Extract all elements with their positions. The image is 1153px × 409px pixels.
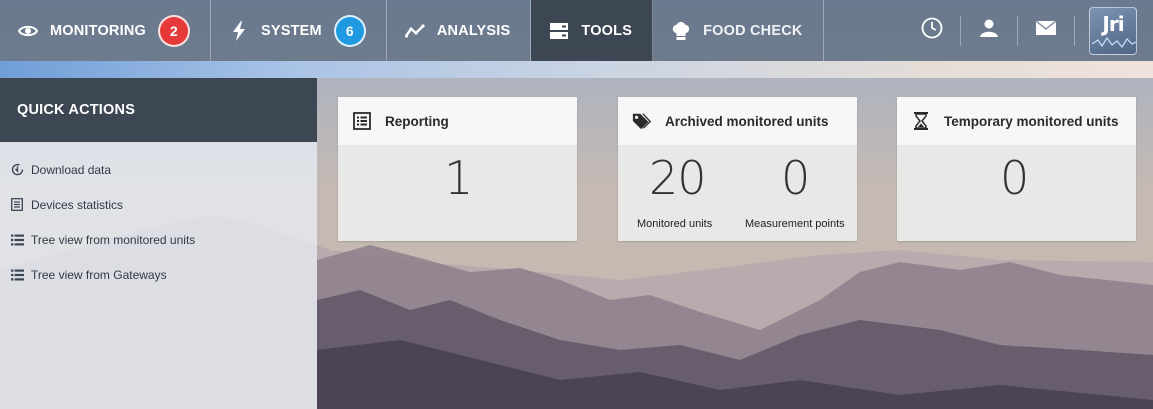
temporary-card-header: Temporary monitored units [897,97,1136,145]
monitoring-count-badge: 2 [157,14,190,47]
archived-card-body: 20 Monitored units 0 Measurement points [618,145,857,241]
nav-system-label: SYSTEM [260,22,322,39]
statistics-icon [10,198,24,212]
archived-units-card[interactable]: Archived monitored units 20 Monitored un… [618,97,857,241]
nav-tools-label: TOOLS [581,22,633,39]
hourglass-icon [911,111,931,131]
report-icon [352,111,372,131]
quick-actions-sidebar: QUICK ACTIONS Download data Devices stat… [0,78,317,409]
reporting-count: 1 [444,151,473,205]
temporary-card-title: Temporary monitored units [944,113,1119,129]
sidebar-item-download-data[interactable]: Download data [0,152,317,187]
reporting-card-title: Reporting [385,113,449,129]
temporary-card-body: 0 [897,145,1136,241]
messages-button[interactable] [1018,15,1075,46]
list-icon [10,268,24,282]
archived-card-header: Archived monitored units [618,97,857,145]
monitored-units-label: Monitored units [637,218,713,230]
archived-measurement-points-count: 0 [781,151,810,205]
trend-line-icon [404,21,425,41]
nav-food-check[interactable]: FOOD CHECK [653,0,824,61]
logo-text: Jri [1102,11,1124,36]
archived-monitored-units-count: 20 [649,151,707,205]
server-icon [549,21,569,41]
sidebar-item-label: Download data [31,162,112,177]
nav-system[interactable]: SYSTEM 6 [211,0,387,61]
temporary-units-count: 0 [1000,151,1029,205]
mail-icon [1035,20,1057,41]
reporting-card[interactable]: Reporting 1 [338,97,577,241]
nav-analysis[interactable]: ANALYSIS [387,0,532,61]
nav-monitoring-label: MONITORING [50,22,146,39]
temporary-units-card[interactable]: Temporary monitored units 0 [897,97,1136,241]
eye-icon [18,21,38,41]
user-profile-button[interactable] [961,15,1018,46]
sidebar-item-tree-view-gateways[interactable]: Tree view from Gateways [0,257,317,292]
clock-icon [921,17,943,44]
download-icon [10,163,24,177]
nav-tools[interactable]: TOOLS [531,0,654,61]
reporting-card-header: Reporting [338,97,577,145]
tags-icon [632,111,652,131]
list-icon [10,233,24,247]
sidebar-item-label: Tree view from Gateways [31,267,167,282]
top-navigation-bar: MONITORING 2 SYSTEM 6 ANALYSIS TOOLS FOO… [0,0,1153,61]
archived-card-title: Archived monitored units [665,113,829,129]
user-toolbar: Jri [904,0,1153,61]
sidebar-item-label: Devices statistics [31,197,124,212]
history-button[interactable] [904,15,961,46]
user-icon [979,18,999,43]
header-accent-strip [0,61,1153,78]
sidebar-item-tree-view-monitored-units[interactable]: Tree view from monitored units [0,222,317,257]
chef-hat-icon [671,21,691,41]
nav-analysis-label: ANALYSIS [436,22,511,39]
nav-food-check-label: FOOD CHECK [703,22,803,39]
sidebar-title: QUICK ACTIONS [0,78,317,142]
system-count-badge: 6 [333,14,366,47]
quick-actions-list: Download data Devices statistics Tree vi… [0,142,317,292]
reporting-card-body: 1 [338,145,577,241]
jri-logo[interactable]: Jri [1089,6,1137,55]
sidebar-item-devices-statistics[interactable]: Devices statistics [0,187,317,222]
sidebar-item-label: Tree view from monitored units [31,232,196,247]
measurement-points-label: Measurement points [745,218,845,230]
nav-monitoring[interactable]: MONITORING 2 [0,0,211,61]
lightning-icon [229,20,249,41]
